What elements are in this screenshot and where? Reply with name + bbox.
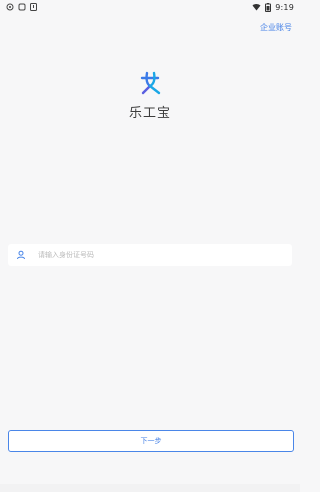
status-bar: 9:19 [0, 0, 300, 14]
settings-icon [18, 3, 26, 11]
status-right-icons: 9:19 [252, 2, 294, 12]
wifi-icon [252, 3, 261, 11]
alert-icon [30, 3, 37, 11]
enterprise-account-link[interactable]: 企业账号 [260, 22, 292, 33]
status-time: 9:19 [275, 2, 294, 12]
id-number-input[interactable] [36, 250, 280, 260]
user-icon [17, 250, 25, 260]
battery-icon [265, 2, 272, 12]
status-left-icons [6, 3, 37, 11]
app-logo [140, 71, 161, 95]
brand: 乐工宝 [0, 70, 300, 121]
notification-icon [6, 3, 14, 11]
id-number-field[interactable] [8, 244, 292, 266]
navigation-bar [0, 484, 300, 492]
app-name: 乐工宝 [128, 106, 171, 121]
next-button[interactable]: 下一步 [8, 430, 294, 452]
